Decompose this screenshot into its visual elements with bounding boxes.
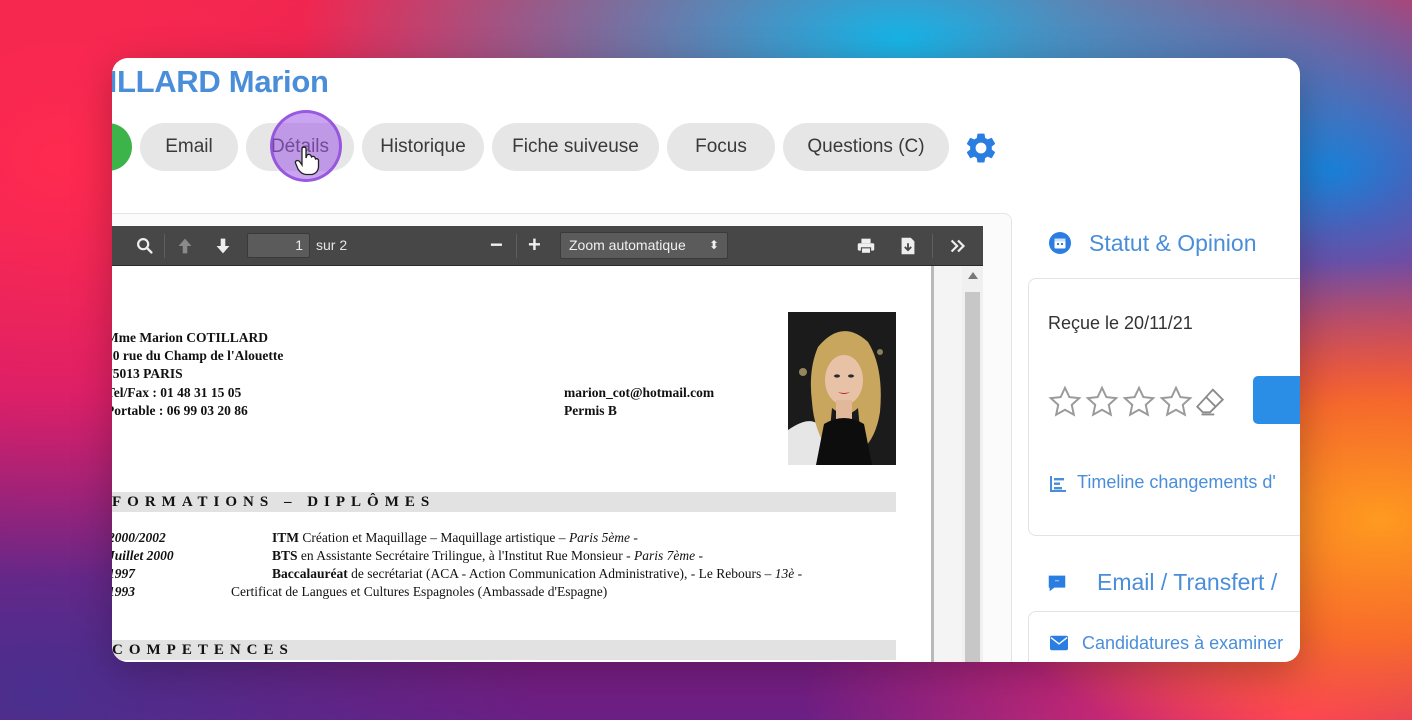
star-icon[interactable] (1084, 384, 1120, 420)
candidatures-link[interactable]: Candidatures à examiner (1082, 633, 1283, 654)
zoom-select-label: Zoom automatique (569, 237, 686, 253)
pdf-page: Mme Marion COTILLARD 20 rue du Champ de … (112, 266, 934, 662)
timeline-icon (1050, 476, 1066, 492)
tab-fiche-suiveuse[interactable]: Fiche suiveuse (492, 123, 659, 171)
edu-title: BTS (272, 548, 298, 563)
star-icon[interactable] (1047, 384, 1083, 420)
chat-icon: "" (1048, 575, 1066, 592)
edu-date: 1997 (112, 566, 135, 581)
double-chevron-right-icon[interactable] (947, 235, 969, 257)
edu-extra: Paris 7ème - (634, 548, 704, 563)
cv-mobile: Portable : 06 99 03 20 86 (112, 403, 248, 418)
edu-desc: en Assistante Secrétaire Trilingue, à l'… (297, 548, 635, 563)
star-icon[interactable] (1158, 384, 1194, 420)
download-icon[interactable] (897, 235, 919, 257)
edu-extra: Paris 5ème - (568, 530, 638, 545)
envelope-icon (1050, 635, 1068, 651)
edu-entry: Certificat de Langues et Cultures Espagn… (231, 584, 608, 599)
scroll-up-arrow-icon[interactable] (968, 272, 978, 279)
tab-questions[interactable]: Questions (C) (783, 123, 949, 171)
tab-email[interactable]: Email (140, 123, 238, 171)
status-opinion-title: Statut & Opinion (1089, 230, 1257, 256)
email-transfer-title: Email / Transfert / (1097, 569, 1278, 595)
cv-name: Mme Marion COTILLARD (112, 330, 268, 345)
primary-action-button[interactable] (1253, 376, 1300, 424)
tab-historique[interactable]: Historique (362, 123, 484, 171)
scroll-thumb[interactable] (965, 292, 980, 662)
received-date: Reçue le 20/11/21 (1048, 313, 1193, 333)
toolbar-separator (932, 234, 933, 258)
page-total-label: sur 2 (316, 237, 348, 253)
tab-focus[interactable]: Focus (667, 123, 775, 171)
edu-entry: BTS en Assistante Secrétaire Trilingue, … (272, 548, 703, 564)
arrow-down-icon[interactable] (212, 235, 234, 257)
arrow-up-icon[interactable] (174, 235, 196, 257)
zoom-select[interactable]: Zoom automatique ⬍ (560, 232, 728, 259)
page-number-input[interactable]: 1 (247, 233, 310, 258)
app-window: TILLARD Marion Email Détails Historique … (112, 58, 1300, 662)
tab-details[interactable]: Détails (246, 123, 354, 171)
edu-entry: ITM Création et Maquillage – Maquillage … (272, 530, 638, 546)
candidate-photo (788, 312, 896, 465)
chevron-updown-icon: ⬍ (708, 238, 719, 252)
cv-city: 75013 PARIS (112, 366, 183, 381)
toolbar-separator (516, 234, 517, 258)
zoom-out-button[interactable]: − (490, 232, 503, 258)
cv-license: Permis B (564, 403, 617, 418)
gear-icon[interactable] (963, 130, 999, 166)
edu-date: Juillet 2000 (112, 548, 174, 563)
edu-title: ITM (272, 530, 299, 545)
section-formations-heading: FORMATIONS – DIPLÔMES (112, 492, 896, 512)
edu-extra: 13è - (774, 566, 803, 581)
edu-desc: Création et Maquillage – Maquillage arti… (299, 530, 569, 545)
edu-date: 1993 (112, 584, 135, 599)
status-green-button[interactable] (112, 123, 132, 171)
edu-title: Baccalauréat (272, 566, 348, 581)
cv-phone: Tel/Fax : 01 48 31 15 05 (112, 385, 242, 400)
pdf-toolbar: 1 sur 2 − + Zoom automatique ⬍ (112, 226, 983, 266)
edu-desc: de secrétariat (ACA - Action Communicati… (347, 566, 775, 581)
section-competences-heading: COMPETENCES (112, 640, 896, 660)
toolbar-separator (164, 234, 165, 258)
edu-date: 2000/2002 (112, 530, 166, 545)
search-icon[interactable] (134, 235, 156, 257)
candidate-name-title: TILLARD Marion (112, 64, 329, 99)
print-icon[interactable] (855, 235, 877, 257)
eraser-icon[interactable] (1192, 384, 1228, 418)
pdf-viewport[interactable]: Mme Marion COTILLARD 20 rue du Champ de … (112, 266, 983, 662)
star-icon[interactable] (1121, 384, 1157, 420)
edu-entry: Baccalauréat de secrétariat (ACA - Actio… (272, 566, 802, 582)
svg-text:"": "" (1055, 580, 1059, 586)
pdf-scrollbar[interactable] (962, 266, 983, 662)
timeline-link[interactable]: Timeline changements d' (1077, 472, 1276, 493)
zoom-in-button[interactable]: + (528, 232, 541, 258)
rating-stars[interactable] (1047, 384, 1194, 420)
cv-email: marion_cot@hotmail.com (564, 385, 715, 400)
cv-address: 20 rue du Champ de l'Alouette (112, 348, 284, 363)
calendar-icon (1049, 232, 1071, 254)
